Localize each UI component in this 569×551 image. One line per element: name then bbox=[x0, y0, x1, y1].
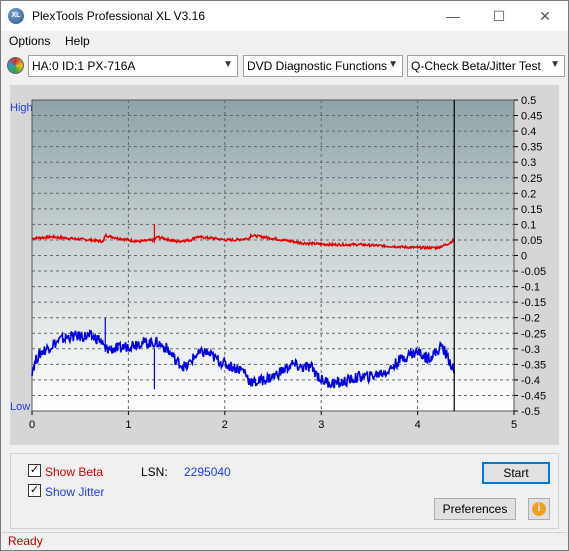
show-beta-label[interactable]: Show Beta bbox=[45, 465, 103, 479]
lsn-value: 2295040 bbox=[184, 465, 231, 479]
x-tick-label: 4 bbox=[415, 419, 421, 431]
show-beta-checkbox[interactable]: ✓ bbox=[28, 464, 41, 477]
info-icon: i bbox=[532, 502, 546, 516]
y-tick-label: -0.35 bbox=[521, 359, 546, 371]
show-jitter-label[interactable]: Show Jitter bbox=[45, 485, 104, 499]
info-button[interactable]: i bbox=[528, 498, 550, 520]
y-tick-label: 0.5 bbox=[521, 95, 536, 107]
y-tick-label: -0.1 bbox=[521, 282, 540, 294]
y-tick-label: -0.4 bbox=[521, 375, 540, 387]
y-tick-label: 0.35 bbox=[521, 142, 542, 154]
show-jitter-checkbox[interactable]: ✓ bbox=[28, 484, 41, 497]
y-tick-label: 0 bbox=[521, 251, 527, 263]
y-tick-label: -0.5 bbox=[521, 406, 540, 418]
y-tick-label: 0.25 bbox=[521, 173, 542, 185]
x-tick-label: 2 bbox=[222, 419, 228, 431]
y-tick-label: 0.1 bbox=[521, 219, 536, 231]
y-tick-label: -0.45 bbox=[521, 390, 546, 402]
y-tick-label: 0.3 bbox=[521, 157, 536, 169]
x-tick-label: 0 bbox=[29, 419, 35, 431]
y-tick-label: 0.2 bbox=[521, 188, 536, 200]
y-tick-label: 0.05 bbox=[521, 235, 542, 247]
status-text: Ready bbox=[8, 534, 43, 548]
app-window: XL PlexTools Professional XL V3.16 — ☐ ✕… bbox=[0, 0, 569, 551]
preferences-button[interactable]: Preferences bbox=[434, 498, 516, 520]
y-tick-label: -0.05 bbox=[521, 266, 546, 278]
y-tick-label: 0.4 bbox=[521, 126, 536, 138]
status-bar: Ready bbox=[2, 532, 567, 549]
y-tick-label: -0.3 bbox=[521, 344, 540, 356]
y-tick-label: 0.15 bbox=[521, 204, 542, 216]
y-tick-label: 0.45 bbox=[521, 111, 542, 123]
x-tick-label: 5 bbox=[511, 419, 517, 431]
y-tick-label: -0.2 bbox=[521, 313, 540, 325]
y-tick-label: -0.25 bbox=[521, 328, 546, 340]
start-button[interactable]: Start bbox=[482, 462, 550, 484]
lsn-label: LSN: bbox=[141, 465, 168, 479]
x-tick-label: 3 bbox=[318, 419, 324, 431]
x-tick-label: 1 bbox=[125, 419, 131, 431]
y-tick-label: -0.15 bbox=[521, 297, 546, 309]
beta-jitter-chart: 0.5 0.45 0.4 0.35 0.3 0.25 0.2 0.15 0.1 0.05 0 -0.0… bbox=[29, 95, 546, 431]
